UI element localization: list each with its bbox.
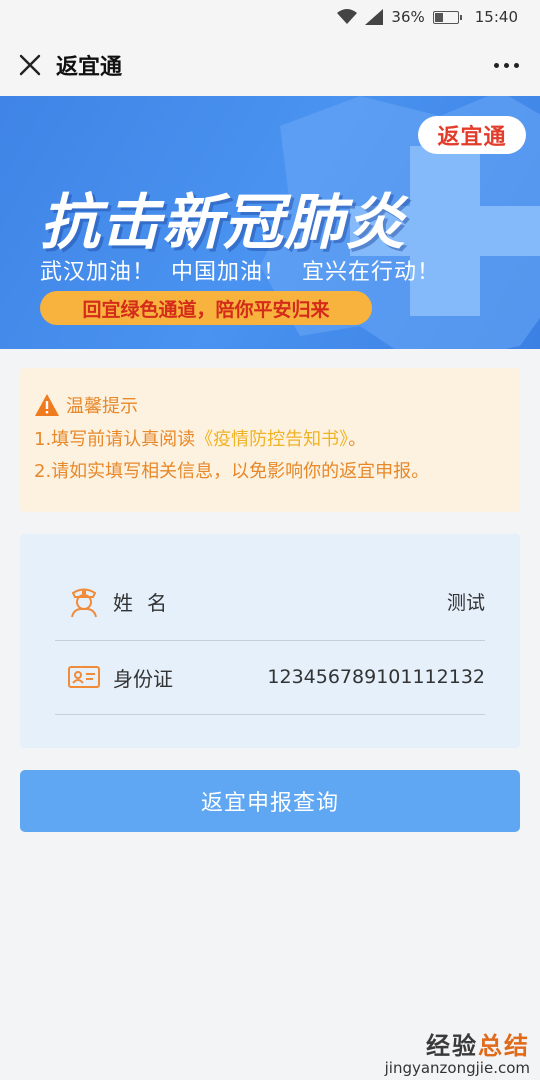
wifi-icon — [337, 9, 358, 24]
brand-badge: 返宜通 — [418, 116, 526, 154]
id-value: 12345678910111213​2 — [267, 666, 485, 688]
battery-percent: 36% — [391, 8, 425, 26]
close-icon — [19, 54, 41, 76]
notice-line-1-text: 1.填写前请认真阅读 — [34, 429, 196, 450]
name-value: 测试 — [446, 591, 485, 614]
watermark: 经验总结 jingyanzongjie.com — [385, 1026, 530, 1077]
divider — [55, 714, 485, 715]
signal-icon — [365, 9, 384, 25]
battery-icon — [432, 10, 462, 24]
watermark-title: 经验总结 — [426, 1032, 530, 1060]
watermark-url: jingyanzongjie.com — [384, 1059, 530, 1077]
notice-link[interactable]: 《疫情防控告知书》 — [195, 429, 348, 450]
banner-slogan: 武汉加油！ 中国加油！ 宜兴在行动！ — [40, 260, 440, 285]
user-officer-icon — [71, 588, 97, 618]
clock: 15:40 — [474, 8, 518, 26]
banner-pill: 回宜绿色通道，陪你平安归来 — [40, 291, 372, 325]
name-label: 姓名 — [113, 590, 181, 615]
notice-header: 温馨提示 — [34, 392, 520, 418]
more-options-button[interactable] — [486, 48, 526, 82]
id-label: 身份证 — [113, 666, 173, 691]
status-bar: 36% 15:40 — [0, 0, 540, 34]
notice-title: 温馨提示 — [66, 396, 138, 417]
close-button[interactable] — [8, 43, 52, 87]
warning-icon — [35, 394, 59, 416]
app-header: 返宜通 — [0, 34, 540, 96]
id-card-icon — [68, 666, 100, 688]
query-button[interactable]: 返宜申报查询 — [20, 770, 520, 832]
id-row: 身份证 12345678910111213​2 — [55, 640, 485, 714]
notice-box: 温馨提示 1.填写前请认真阅读《疫情防控告知书》。 2.请如实填写相关信息，以免… — [20, 368, 520, 512]
notice-line-1-end: 。 — [348, 429, 367, 450]
notice-line-1: 1.填写前请认真阅读《疫情防控告知书》。 — [34, 428, 520, 452]
notice-line-2: 2.请如实填写相关信息，以免影响你的返宜申报。 — [34, 461, 430, 482]
info-card: 姓名 测试 身份证 12345678910111213​2 — [20, 534, 520, 748]
name-row: 姓名 测试 — [55, 564, 485, 638]
banner-title: 抗击新冠肺炎 — [40, 188, 406, 258]
banner: 返宜通 抗击新冠肺炎 武汉加油！ 中国加油！ 宜兴在行动！ 回宜绿色通道，陪你平… — [0, 96, 540, 349]
more-dots-icon — [493, 62, 499, 68]
page-title: 返宜通 — [56, 55, 123, 80]
